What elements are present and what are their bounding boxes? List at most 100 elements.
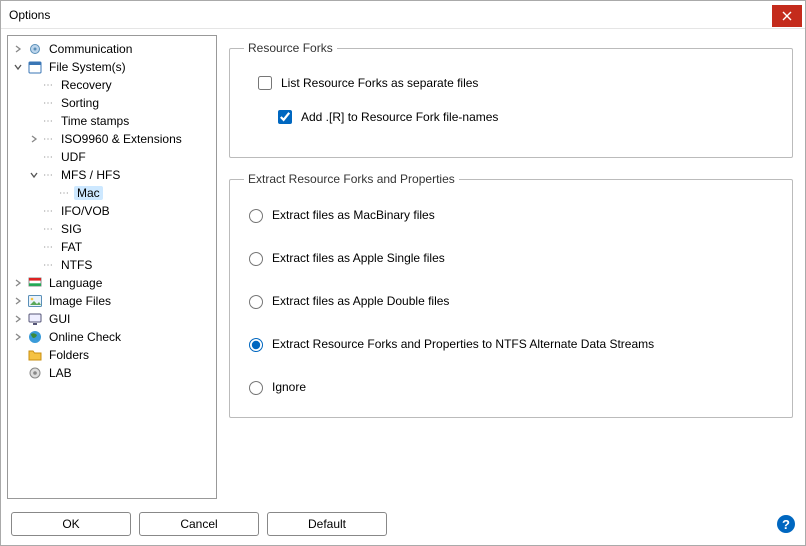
tree-item[interactable]: ⋯IFO/VOB bbox=[28, 202, 214, 220]
tree-item[interactable]: File System(s) bbox=[12, 58, 214, 76]
group-legend: Resource Forks bbox=[244, 41, 337, 55]
dialog-footer: OK Cancel Default ? bbox=[1, 505, 805, 545]
list-resource-forks-row: List Resource Forks as separate files bbox=[244, 73, 778, 93]
image-icon bbox=[27, 293, 43, 309]
chevron-right-icon[interactable] bbox=[12, 295, 24, 307]
folder-icon bbox=[27, 347, 43, 363]
cancel-button[interactable]: Cancel bbox=[139, 512, 259, 536]
titlebar: Options bbox=[1, 1, 805, 29]
resource-forks-group: Resource Forks List Resource Forks as se… bbox=[229, 41, 793, 158]
chevron-right-icon[interactable] bbox=[28, 133, 40, 145]
group-legend: Extract Resource Forks and Properties bbox=[244, 172, 459, 186]
tree-item-label[interactable]: Online Check bbox=[46, 330, 124, 344]
tree-item[interactable]: Folders bbox=[12, 346, 214, 364]
extract-option-radio[interactable] bbox=[249, 252, 263, 266]
tree-item[interactable]: ⋯MFS / HFS bbox=[28, 166, 214, 184]
tree-branch-icon: ⋯ bbox=[43, 224, 55, 235]
tree-item[interactable]: Online Check bbox=[12, 328, 214, 346]
extract-option-label[interactable]: Extract files as MacBinary files bbox=[272, 208, 435, 222]
tree-item[interactable]: Image Files bbox=[12, 292, 214, 310]
options-window: Options CommunicationFile System(s)⋯Reco… bbox=[0, 0, 806, 546]
extract-option-row: Extract files as MacBinary files bbox=[244, 206, 778, 223]
list-resource-forks-label[interactable]: List Resource Forks as separate files bbox=[281, 76, 478, 90]
tree-item[interactable]: ⋯Sorting bbox=[28, 94, 214, 112]
default-button[interactable]: Default bbox=[267, 512, 387, 536]
chevron-right-icon[interactable] bbox=[12, 331, 24, 343]
tree-branch-icon: ⋯ bbox=[43, 134, 55, 145]
gear-users-icon bbox=[27, 41, 43, 57]
extract-option-label[interactable]: Extract Resource Forks and Properties to… bbox=[272, 337, 654, 351]
close-icon bbox=[782, 11, 792, 21]
tree-item-label[interactable]: Mac bbox=[74, 186, 103, 200]
globe-icon bbox=[27, 329, 43, 345]
tree-branch-icon: ⋯ bbox=[43, 170, 55, 181]
add-r-suffix-label[interactable]: Add .[R] to Resource Fork file-names bbox=[301, 110, 498, 124]
tree-branch-icon: ⋯ bbox=[43, 98, 55, 109]
chevron-down-icon[interactable] bbox=[28, 169, 40, 181]
tree-item[interactable]: LAB bbox=[12, 364, 214, 382]
tree-item[interactable]: GUI bbox=[12, 310, 214, 328]
extract-option-label[interactable]: Extract files as Apple Single files bbox=[272, 251, 445, 265]
tree-item[interactable]: ⋯NTFS bbox=[28, 256, 214, 274]
tree-item[interactable]: ⋯SIG bbox=[28, 220, 214, 238]
extract-option-label[interactable]: Ignore bbox=[272, 380, 306, 394]
tree-item-label[interactable]: IFO/VOB bbox=[58, 204, 113, 218]
tree-branch-icon: ⋯ bbox=[43, 80, 55, 91]
tree-item-label[interactable]: ISO9960 & Extensions bbox=[58, 132, 185, 146]
extract-option-row: Extract Resource Forks and Properties to… bbox=[244, 335, 778, 352]
calendar-icon bbox=[27, 59, 43, 75]
tree-item-label[interactable]: LAB bbox=[46, 366, 75, 380]
extract-option-radio[interactable] bbox=[249, 209, 263, 223]
ok-button[interactable]: OK bbox=[11, 512, 131, 536]
tree-item[interactable]: ⋯Mac bbox=[44, 184, 214, 202]
tree-item-label[interactable]: Image Files bbox=[46, 294, 114, 308]
tree-item[interactable]: ⋯ISO9960 & Extensions bbox=[28, 130, 214, 148]
extract-option-radio[interactable] bbox=[249, 381, 263, 395]
tree-item[interactable]: Communication bbox=[12, 40, 214, 58]
flag-icon bbox=[27, 275, 43, 291]
extract-option-label[interactable]: Extract files as Apple Double files bbox=[272, 294, 449, 308]
tree-item-label[interactable]: Time stamps bbox=[58, 114, 132, 128]
tree-item[interactable]: ⋯Recovery bbox=[28, 76, 214, 94]
chevron-down-icon[interactable] bbox=[12, 61, 24, 73]
gear-icon bbox=[27, 365, 43, 381]
tree-branch-icon: ⋯ bbox=[43, 152, 55, 163]
chevron-right-icon[interactable] bbox=[12, 313, 24, 325]
extract-option-radio[interactable] bbox=[249, 295, 263, 309]
extract-option-row: Extract files as Apple Double files bbox=[244, 292, 778, 309]
tree-item-label[interactable]: Communication bbox=[46, 42, 135, 56]
close-button[interactable] bbox=[772, 5, 802, 27]
tree-item-label[interactable]: Language bbox=[46, 276, 105, 290]
tree-branch-icon: ⋯ bbox=[43, 260, 55, 271]
monitor-icon bbox=[27, 311, 43, 327]
tree-branch-icon: ⋯ bbox=[43, 116, 55, 127]
tree-item-label[interactable]: GUI bbox=[46, 312, 73, 326]
tree-item-label[interactable]: MFS / HFS bbox=[58, 168, 123, 182]
tree-branch-icon: ⋯ bbox=[43, 206, 55, 217]
tree-item[interactable]: ⋯Time stamps bbox=[28, 112, 214, 130]
chevron-right-icon[interactable] bbox=[12, 43, 24, 55]
add-r-suffix-row: Add .[R] to Resource Fork file-names bbox=[244, 107, 778, 127]
tree-item-label[interactable]: FAT bbox=[58, 240, 85, 254]
help-button[interactable]: ? bbox=[777, 515, 795, 533]
settings-panel: Resource Forks List Resource Forks as se… bbox=[223, 35, 799, 499]
tree-item[interactable]: ⋯FAT bbox=[28, 238, 214, 256]
category-tree[interactable]: CommunicationFile System(s)⋯Recovery⋯Sor… bbox=[7, 35, 217, 499]
tree-item-label[interactable]: Sorting bbox=[58, 96, 102, 110]
tree-item-label[interactable]: File System(s) bbox=[46, 60, 129, 74]
extract-option-radio[interactable] bbox=[249, 338, 263, 352]
tree-item-label[interactable]: SIG bbox=[58, 222, 85, 236]
extract-forks-group: Extract Resource Forks and Properties Ex… bbox=[229, 172, 793, 418]
tree-item-label[interactable]: Recovery bbox=[58, 78, 115, 92]
tree-item[interactable]: Language bbox=[12, 274, 214, 292]
tree-item-label[interactable]: NTFS bbox=[58, 258, 95, 272]
tree-item-label[interactable]: Folders bbox=[46, 348, 92, 362]
tree-branch-icon: ⋯ bbox=[59, 188, 71, 199]
chevron-right-icon[interactable] bbox=[12, 277, 24, 289]
add-r-suffix-checkbox[interactable] bbox=[278, 110, 292, 124]
tree-item[interactable]: ⋯UDF bbox=[28, 148, 214, 166]
window-title: Options bbox=[9, 8, 772, 22]
tree-item-label[interactable]: UDF bbox=[58, 150, 89, 164]
list-resource-forks-checkbox[interactable] bbox=[258, 76, 272, 90]
extract-option-row: Extract files as Apple Single files bbox=[244, 249, 778, 266]
